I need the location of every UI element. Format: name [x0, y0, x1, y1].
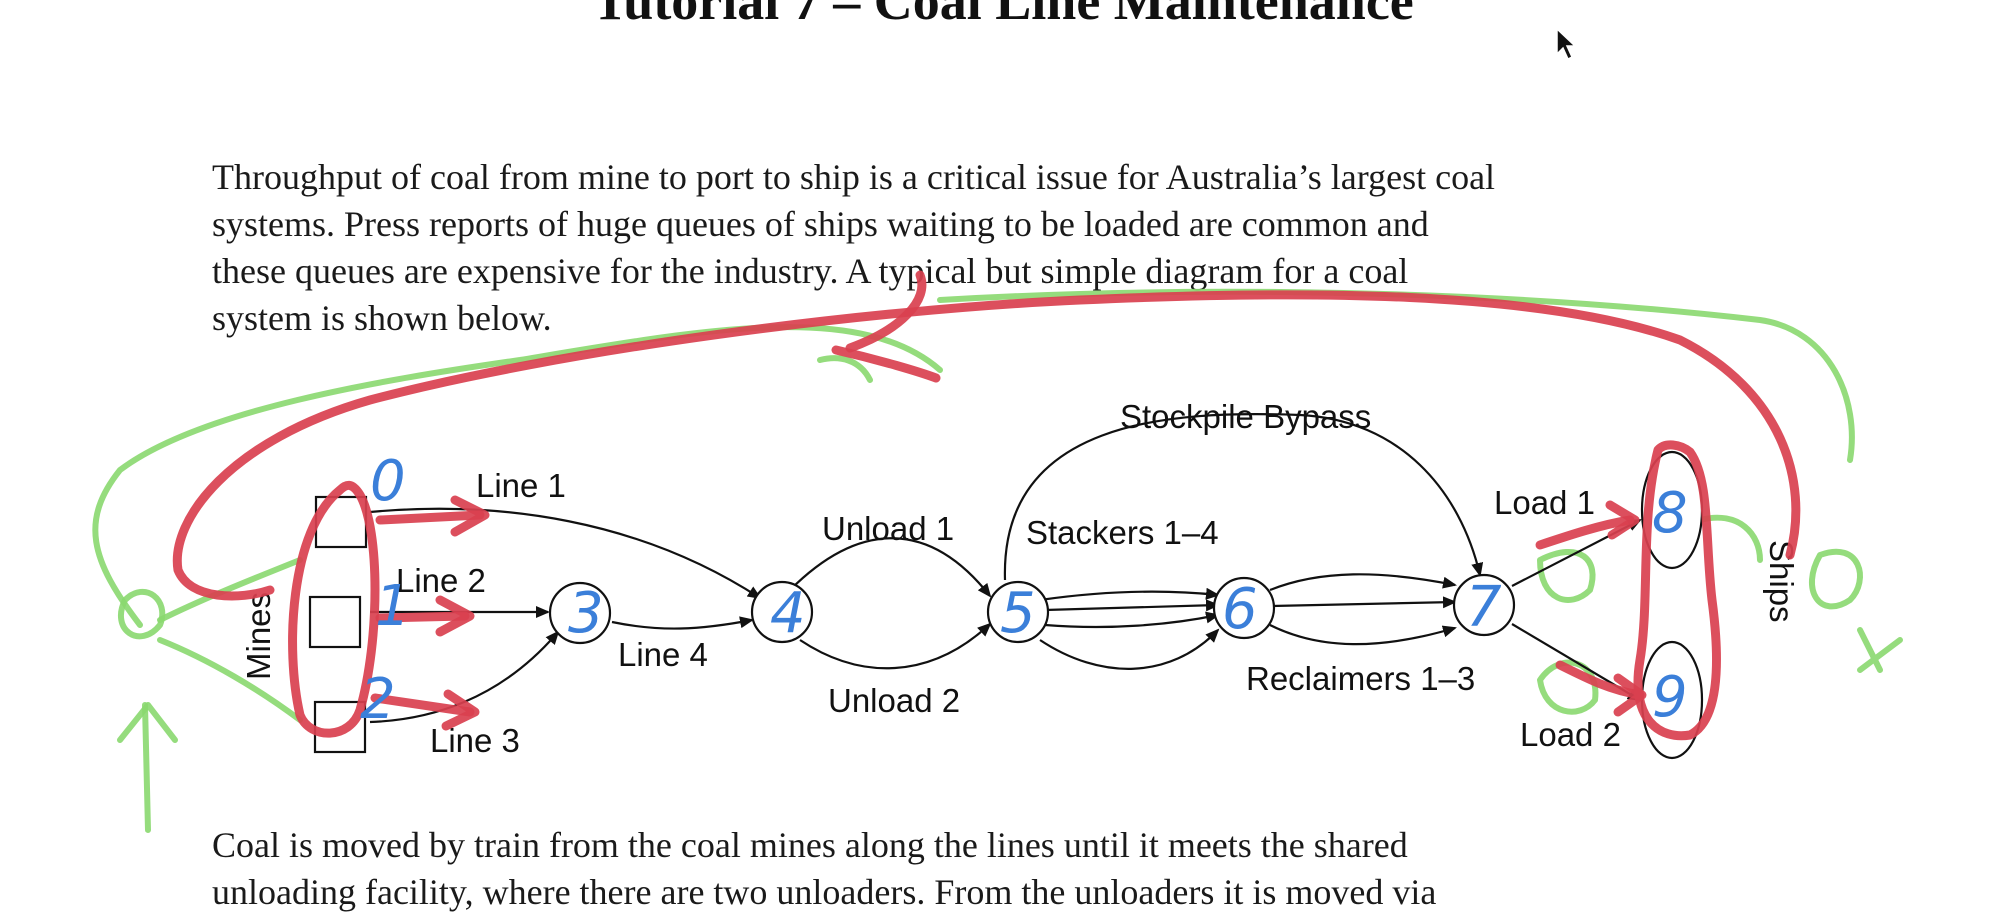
line-4-label: Line 4 [618, 636, 708, 673]
load-2-label: Load 2 [1520, 716, 1621, 753]
load-1-label: Load 1 [1494, 484, 1595, 521]
handwritten-number: 9 [1652, 665, 1688, 730]
handwritten-number: 5 [1000, 581, 1036, 646]
reclaimers-label: Reclaimers 1–3 [1246, 660, 1475, 697]
diagram-labels: Mines Ships Line 1 Line 2 Line 3 Line 4 … [240, 398, 1800, 759]
mine-node-2 [308, 595, 362, 649]
handwritten-number: 7 [1466, 575, 1502, 640]
mines-label: Mines [240, 592, 277, 680]
handwritten-number: 8 [1652, 481, 1688, 546]
stackers-label: Stackers 1–4 [1026, 514, 1219, 551]
stockpile-bypass-label: Stockpile Bypass [1120, 398, 1371, 435]
handwritten-number: 6 [1222, 577, 1258, 642]
handwritten-number: 4 [770, 581, 806, 646]
paragraph-line: unloading facility, where there are two … [212, 872, 1437, 912]
body-paragraph: Coal is moved by train from the coal min… [212, 822, 1772, 916]
mouse-cursor-icon [1556, 28, 1577, 61]
unload-1-label: Unload 1 [822, 510, 954, 547]
line-1-label: Line 1 [476, 467, 566, 504]
coal-network-diagram: Mines Ships Line 1 Line 2 Line 3 Line 4 … [92, 270, 1903, 833]
document-page: Tutorial 7 – Coal Line Maintenance Throu… [0, 0, 2006, 916]
unload-2-label: Unload 2 [828, 682, 960, 719]
handwritten-number: 1 [375, 574, 411, 639]
handwritten-number: 2 [360, 667, 396, 732]
handwritten-number: 0 [370, 449, 406, 514]
paragraph-line: Coal is moved by train from the coal min… [212, 825, 1408, 865]
handwritten-number: 3 [568, 581, 604, 646]
